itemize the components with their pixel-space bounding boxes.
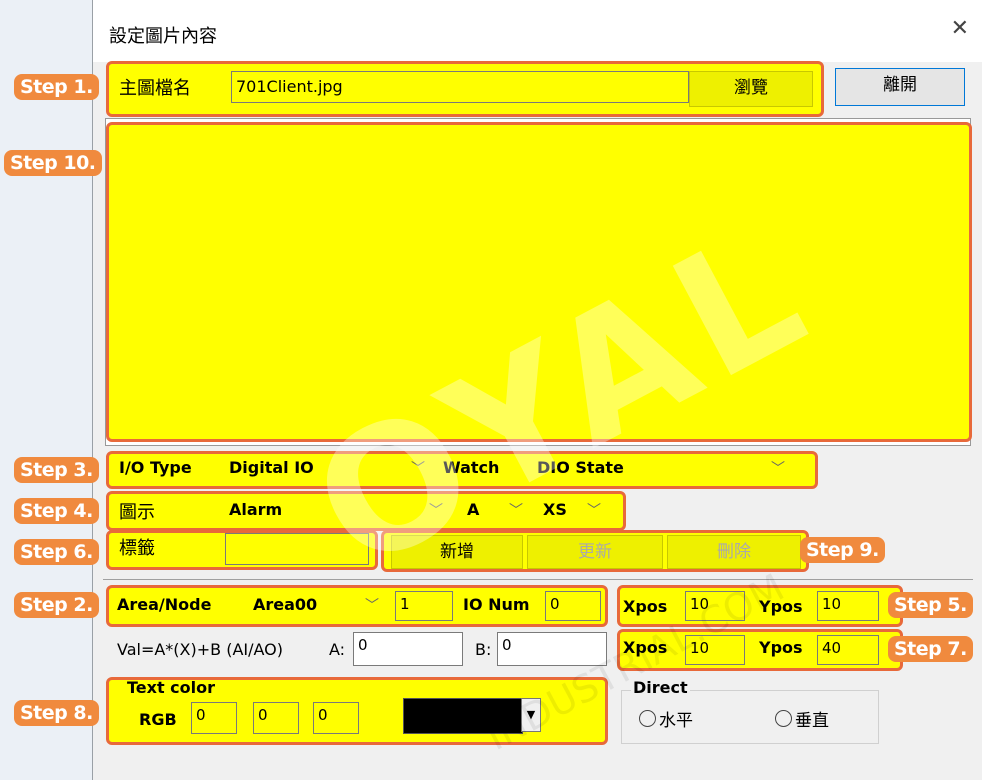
chevron-down-icon: ﹀ — [429, 503, 443, 519]
chevron-down-icon: ﹀ — [509, 503, 523, 519]
image-preview-area[interactable] — [106, 122, 972, 442]
area-value: Area00 — [253, 595, 318, 614]
radio-circle-icon — [775, 710, 792, 727]
file-label: 主圖檔名 — [119, 78, 191, 99]
io-type-value: Digital IO — [229, 458, 314, 477]
b-label: B: — [475, 640, 492, 659]
ypos1-input[interactable]: 10 — [817, 591, 879, 621]
icon-value: Alarm — [229, 500, 283, 519]
green-input[interactable]: 0 — [253, 702, 299, 734]
radio-vertical[interactable]: 垂直 — [775, 706, 829, 731]
step5-label: Step 5. — [888, 592, 973, 618]
watch-select[interactable]: DIO State ﹀ — [531, 455, 793, 483]
ypos2-input[interactable]: 40 — [817, 635, 879, 665]
a-label: A: — [329, 640, 346, 659]
step10-label: Step 10. — [4, 150, 102, 176]
separator — [103, 579, 973, 580]
blue-input[interactable]: 0 — [313, 702, 359, 734]
icon-letter-value: A — [467, 500, 480, 519]
chevron-down-icon: ﹀ — [587, 503, 601, 519]
io-num-input[interactable]: 0 — [545, 591, 601, 621]
radio-horizontal-label: 水平 — [659, 711, 693, 731]
io-num-label: IO Num — [463, 595, 530, 614]
xpos1-label: Xpos — [623, 597, 668, 616]
radio-circle-icon — [639, 710, 656, 727]
icon-select[interactable]: Alarm ﹀ — [223, 497, 451, 525]
red-input[interactable]: 0 — [191, 702, 237, 734]
tag-input[interactable] — [225, 533, 369, 565]
step4-label: Step 4. — [14, 498, 99, 524]
rgb-label: RGB — [139, 710, 177, 729]
icon-size-select[interactable]: XS ﹀ — [537, 497, 609, 525]
dialog-title: 設定圖片內容 — [109, 26, 217, 47]
chevron-down-icon: ﹀ — [411, 461, 425, 477]
node-input[interactable]: 1 — [395, 591, 453, 621]
browse-button[interactable]: 瀏覽 — [689, 71, 813, 107]
radio-horizontal[interactable]: 水平 — [639, 706, 693, 731]
tag-label: 標籤 — [119, 538, 155, 559]
text-color-label: Text color — [127, 678, 216, 697]
title-bar: 設定圖片內容 ✕ — [93, 0, 982, 62]
watch-label: Watch — [443, 458, 500, 477]
step2-label: Step 2. — [14, 592, 99, 618]
chevron-down-icon: ﹀ — [365, 598, 379, 614]
exit-button[interactable]: 離開 — [835, 68, 965, 106]
area-node-label: Area/Node — [117, 595, 212, 614]
formula-label: Val=A*(X)+B (AI/AO) — [117, 640, 284, 659]
chevron-down-icon: ﹀ — [771, 461, 785, 477]
icon-size-value: XS — [543, 500, 567, 519]
step3-label: Step 3. — [14, 457, 99, 483]
update-button[interactable]: 更新 — [527, 535, 663, 569]
step9-label: Step 9. — [800, 537, 885, 563]
file-name-input[interactable]: 701Client.jpg — [231, 71, 689, 103]
a-input[interactable]: 0 — [353, 632, 463, 666]
close-icon[interactable]: ✕ — [951, 18, 969, 40]
delete-button[interactable]: 刪除 — [667, 535, 801, 569]
step7-label: Step 7. — [888, 636, 973, 662]
add-button[interactable]: 新增 — [391, 535, 523, 569]
io-type-select[interactable]: Digital IO ﹀ — [223, 455, 433, 483]
step6-label: Step 6. — [14, 539, 99, 565]
watch-value: DIO State — [537, 458, 624, 477]
background-strip — [0, 0, 92, 780]
io-type-label: I/O Type — [119, 458, 192, 477]
step8-label: Step 8. — [14, 700, 99, 726]
dialog-window: 設定圖片內容 ✕ 主圖檔名 701Client.jpg 瀏覽 離開 I/O Ty… — [92, 0, 982, 780]
ypos2-label: Ypos — [759, 638, 803, 657]
step1-label: Step 1. — [14, 74, 99, 100]
radio-vertical-label: 垂直 — [795, 711, 829, 731]
icon-label: 圖示 — [119, 502, 155, 523]
area-select[interactable]: Area00 ﹀ — [247, 592, 387, 622]
icon-letter-select[interactable]: A ﹀ — [461, 497, 531, 525]
